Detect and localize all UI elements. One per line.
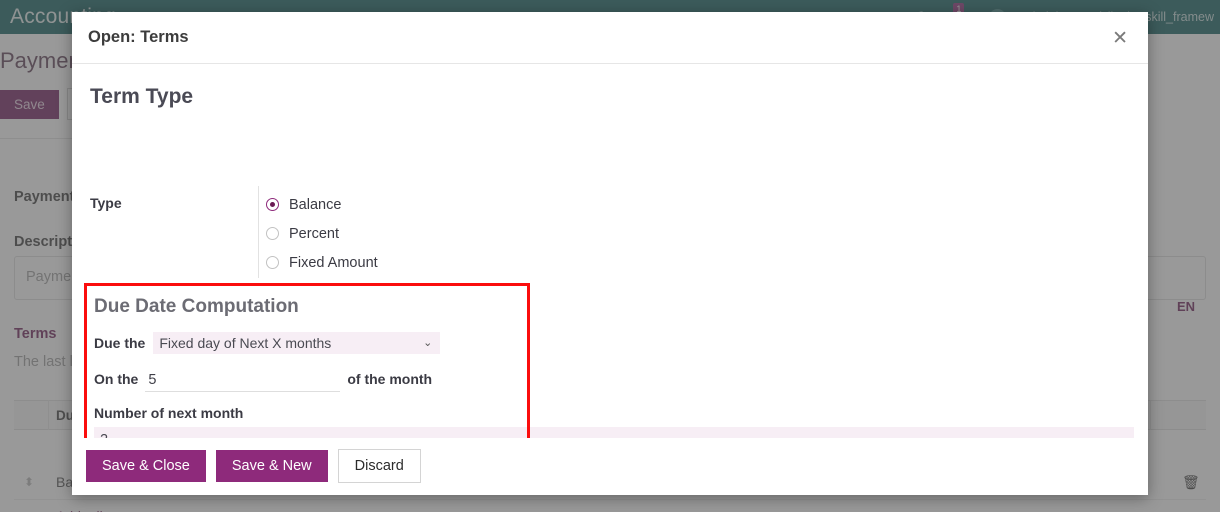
due-the-select[interactable]: Fixed day of Next X months: [153, 332, 441, 354]
type-divider: [258, 186, 259, 278]
radio-balance-icon[interactable]: [266, 198, 279, 211]
type-field-label: Type: [90, 195, 122, 211]
radio-option-balance[interactable]: Balance: [266, 190, 378, 219]
of-the-month-label: of the month: [347, 371, 433, 387]
on-the-row: On the of the month: [94, 371, 432, 392]
due-the-label: Due the: [94, 335, 146, 351]
radio-fixed-amount-label: Fixed Amount: [289, 254, 378, 271]
radio-balance-label: Balance: [289, 196, 342, 213]
due-the-select-wrap: Fixed day of Next X months ⌄: [153, 332, 441, 354]
screen-root: Accounting Dashboard Customers Vendors A…: [0, 0, 1220, 512]
number-of-next-month-row: Number of next month: [94, 405, 243, 423]
radio-fixed-amount-icon[interactable]: [266, 256, 279, 269]
dialog-title: Open: Terms: [88, 28, 189, 46]
term-type-heading: Term Type: [90, 85, 194, 108]
number-of-next-month-input[interactable]: [94, 427, 1134, 438]
save-and-close-button[interactable]: Save & Close: [86, 449, 206, 483]
dialog-footer: Save & Close Save & New Discard: [72, 437, 1148, 495]
save-and-new-button[interactable]: Save & New: [215, 449, 328, 483]
on-the-label: On the: [94, 371, 139, 387]
radio-option-fixed-amount[interactable]: Fixed Amount: [266, 248, 378, 277]
dialog-body: Term Type Type Balance Percent Fixed Amo…: [72, 64, 1148, 438]
number-of-next-month-label: Number of next month: [94, 405, 244, 421]
radio-percent-label: Percent: [289, 225, 339, 242]
open-terms-dialog: Open: Terms ✕ Term Type Type Balance Per…: [72, 12, 1148, 495]
due-date-computation-heading: Due Date Computation: [94, 296, 299, 317]
discard-button[interactable]: Discard: [337, 448, 421, 484]
close-icon[interactable]: ✕: [1106, 25, 1134, 52]
on-the-day-input[interactable]: [145, 372, 341, 392]
type-radio-group: Balance Percent Fixed Amount: [266, 190, 378, 277]
due-the-row: Due the Fixed day of Next X months ⌄: [94, 332, 441, 354]
radio-percent-icon[interactable]: [266, 227, 279, 240]
radio-option-percent[interactable]: Percent: [266, 219, 378, 248]
dialog-header: Open: Terms ✕: [72, 12, 1148, 64]
